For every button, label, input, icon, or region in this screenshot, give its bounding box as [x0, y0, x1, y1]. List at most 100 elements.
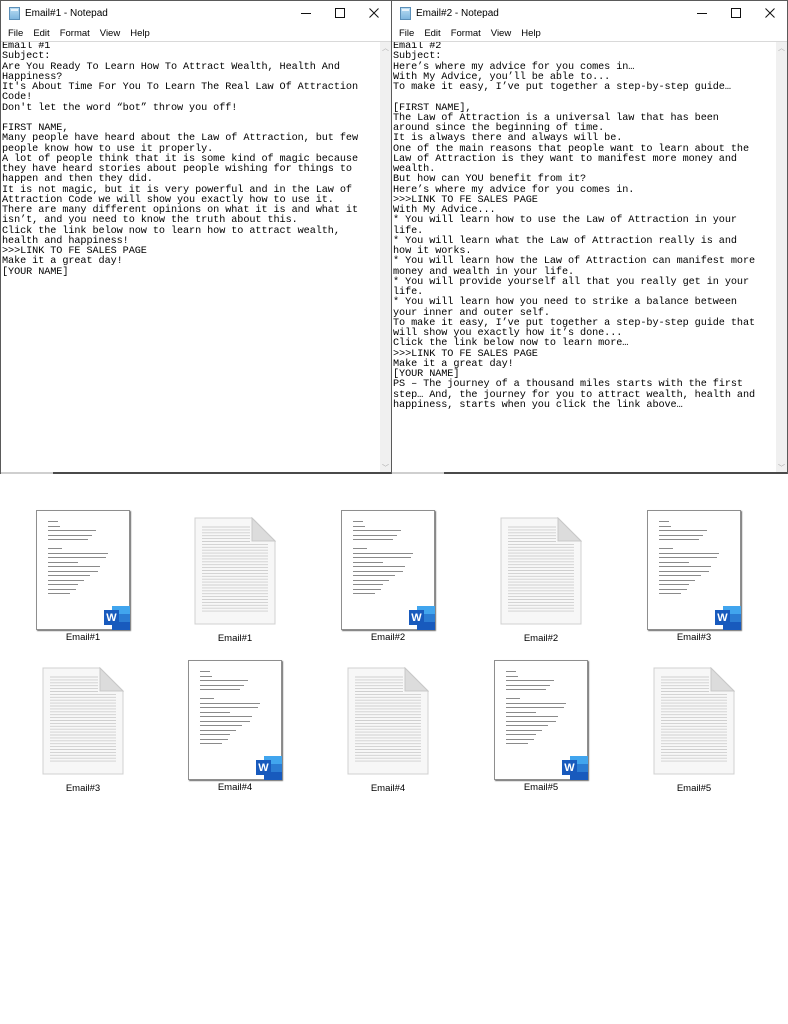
scrollbar-thumb[interactable]: [1, 472, 53, 474]
maximize-button[interactable]: [719, 1, 753, 25]
menu-file[interactable]: File: [3, 28, 28, 39]
thumbnail-text-line: [659, 552, 719, 554]
file-item[interactable]: W Email#1: [8, 510, 158, 643]
menu-edit[interactable]: Edit: [419, 28, 445, 39]
file-name-label: Email#5: [523, 782, 559, 793]
notepad-icon: [400, 6, 411, 20]
thumbnail-text-line: [659, 534, 703, 536]
notepad-window-email1[interactable]: Email#1 - Notepad File Edit Format View …: [0, 0, 392, 474]
thumbnail-text-line: [200, 743, 222, 744]
maximize-icon: [731, 8, 741, 18]
menu-file[interactable]: File: [394, 28, 419, 39]
file-item[interactable]: Email#1: [160, 510, 310, 644]
text-line: Many people have heard about the Law of …: [2, 133, 358, 145]
text-line: [393, 93, 776, 103]
notepad-window-email2[interactable]: Email#2 - Notepad File Edit Format View …: [391, 0, 788, 474]
text-line: PS – The journey of a thousand miles sta…: [393, 379, 743, 391]
menu-format[interactable]: Format: [446, 28, 486, 39]
file-name-label: Email#3: [65, 783, 101, 794]
file-item[interactable]: Email#5: [619, 660, 769, 794]
file-name-label: Email#1: [217, 633, 253, 644]
vertical-scrollbar[interactable]: ︿ ﹀: [380, 42, 391, 473]
thumbnail-text-line: [200, 738, 228, 740]
title-bar[interactable]: Email#1 - Notepad: [1, 1, 391, 25]
thumbnail-text-line: [506, 734, 536, 735]
editor: Email #2 Subject: Here’s where my advice f…: [392, 41, 787, 474]
thumbnail-text-line: [353, 552, 413, 554]
file-item[interactable]: W Email#5: [466, 660, 616, 793]
thumbnail-text-line: [200, 689, 240, 690]
word-logo-icon: W: [256, 756, 282, 780]
minimize-button[interactable]: [289, 1, 323, 25]
scroll-up-arrow-icon[interactable]: ︿: [380, 42, 391, 53]
text-editor[interactable]: Email #1 Subject: Are You Ready To Learn H…: [1, 42, 380, 473]
window-title: Email#2 - Notepad: [416, 7, 499, 19]
file-item[interactable]: Email#2: [466, 510, 616, 644]
scroll-up-arrow-icon[interactable]: ︿: [776, 42, 787, 53]
thumbnail-text-line: [48, 552, 108, 554]
thumbnail-text-line: [200, 698, 214, 699]
thumbnail-text-line: [200, 684, 244, 686]
horizontal-scrollbar[interactable]: [1, 472, 391, 474]
text-line: To make it easy, I’ve put together a ste…: [393, 82, 731, 93]
file-name-label: Email#1: [65, 632, 101, 643]
file-item[interactable]: W Email#3: [619, 510, 769, 643]
text-line: * You will learn how the Law of Attracti…: [393, 256, 756, 268]
thumbnail-text-line: [506, 743, 528, 744]
word-document-icon: W: [647, 510, 741, 630]
text-line: Law of Attraction is they want to manife…: [393, 153, 737, 165]
thumbnail-text-line: [506, 702, 566, 704]
thumbnail-text-line: [200, 711, 230, 713]
word-document-icon: W: [341, 510, 435, 630]
maximize-button[interactable]: [323, 1, 357, 25]
text-line: It is always there and always will be.: [393, 133, 623, 145]
text-document-icon: [42, 667, 124, 775]
text-document-icon: [653, 667, 735, 775]
text-line: But how can YOU benefit from it?: [393, 174, 587, 186]
vertical-scrollbar[interactable]: ︿ ﹀: [776, 42, 787, 473]
title-bar[interactable]: Email#2 - Notepad: [392, 1, 787, 25]
word-logo-icon: W: [104, 606, 130, 630]
word-document-icon: W: [494, 660, 588, 780]
menu-view[interactable]: View: [95, 28, 125, 39]
thumbnail-text-line: [48, 575, 90, 576]
menu-edit[interactable]: Edit: [28, 28, 54, 39]
thumbnail-text-line: [353, 530, 401, 531]
thumbnail-text-line: [200, 680, 248, 681]
file-item[interactable]: W Email#4: [160, 660, 310, 793]
thumbnail-text-line: [48, 593, 70, 594]
thumbnail-text-line: [48, 566, 100, 567]
thumbnail-text-line: [506, 720, 556, 722]
thumbnail-text-line: [659, 530, 707, 531]
thumbnail-text-line: [506, 725, 548, 726]
thumbnail-text-line: [48, 584, 78, 585]
scrollbar-thumb[interactable]: [392, 472, 444, 474]
thumbnail-text-line: [48, 530, 96, 531]
menu-help[interactable]: Help: [516, 28, 546, 39]
file-name-label: Email#2: [370, 632, 406, 643]
text-line: Code!: [2, 92, 33, 104]
close-button[interactable]: [357, 1, 391, 25]
word-document-icon: W: [36, 510, 130, 630]
thumbnail-text-line: [200, 716, 252, 717]
menu-view[interactable]: View: [486, 28, 516, 39]
menu-help[interactable]: Help: [125, 28, 155, 39]
text-editor[interactable]: Email #2 Subject: Here’s where my advice f…: [392, 42, 776, 473]
file-item[interactable]: Email#4: [313, 660, 463, 794]
thumbnail-text-line: [48, 557, 106, 558]
minimize-button[interactable]: [685, 1, 719, 25]
close-button[interactable]: [753, 1, 787, 25]
maximize-icon: [335, 8, 345, 18]
thumbnail-text-line: [506, 711, 536, 713]
text-document-icon: [347, 667, 429, 775]
thumbnail-text-line: [659, 525, 671, 527]
thumbnail-text-line: [353, 593, 375, 594]
text-line: happen and then they did.: [2, 174, 153, 186]
close-icon: [369, 8, 379, 18]
file-item[interactable]: Email#3: [8, 660, 158, 794]
thumbnail-text-line: [353, 588, 381, 590]
horizontal-scrollbar[interactable]: [392, 472, 787, 474]
menu-format[interactable]: Format: [55, 28, 95, 39]
text-line: * You will provide yourself all that you…: [393, 276, 749, 288]
file-item[interactable]: W Email#2: [313, 510, 463, 643]
